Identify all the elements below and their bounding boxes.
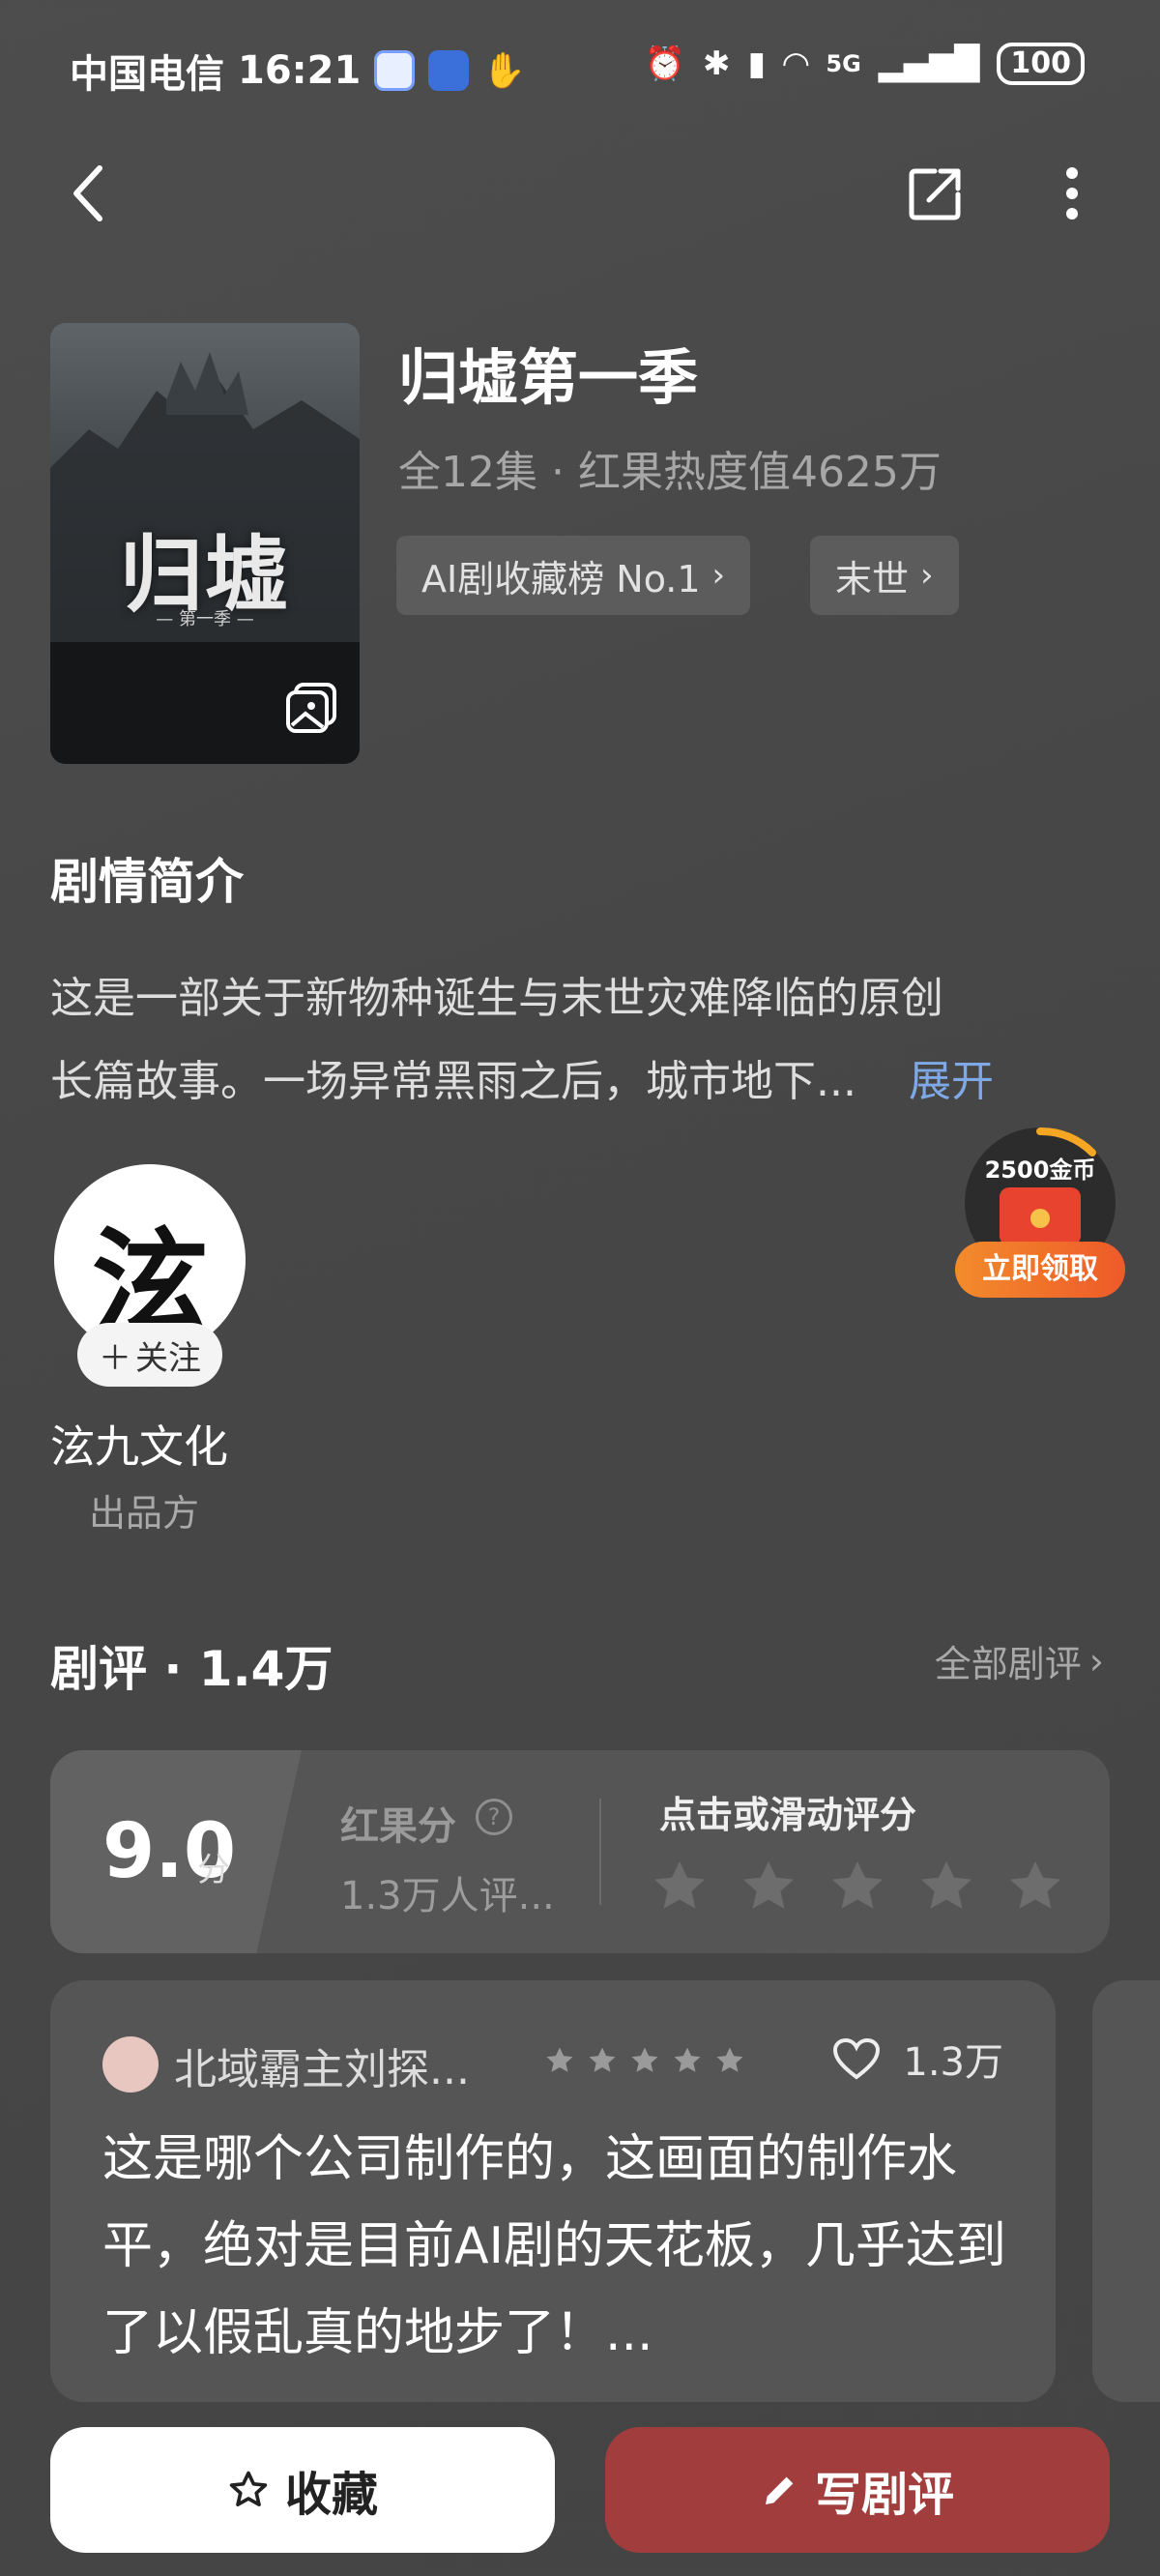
review-star-icon (674, 2047, 701, 2072)
heart-icon (833, 2037, 881, 2080)
favorite-button[interactable]: 收藏 (50, 2427, 555, 2553)
help-icon[interactable]: ? (476, 1799, 512, 1835)
network-label: 5G (826, 50, 861, 77)
producer-name[interactable]: 泫九文化 (50, 1412, 228, 1476)
follow-label: 关注 (135, 1338, 201, 1378)
pencil-icon (765, 2476, 794, 2504)
back-arrow-icon (73, 165, 102, 221)
claim-button[interactable]: 立即领取 (955, 1242, 1125, 1298)
review-star-icon (546, 2047, 573, 2072)
rate-star-icon[interactable] (914, 1855, 978, 1918)
write-review-label: 写剧评 (814, 2468, 954, 2522)
more-vertical-icon (1066, 167, 1078, 220)
status-right: ⏰ ✱ ▮ ◠ 5G ▂▄▆█ 100 (645, 43, 1085, 85)
bluetooth-icon: ✱ (703, 44, 731, 83)
score-label: 红果分 (340, 1804, 456, 1849)
status-bar: 中国电信 16:21 ✋ ⏰ ✱ ▮ ◠ 5G ▂▄▆█ 100 (0, 0, 1160, 145)
hand-icon: ✋ (482, 51, 527, 91)
synopsis-line-1: 这是一部关于新物种诞生与末世灾难降临的原创 (50, 974, 943, 1023)
carrier-label: 中国电信 (70, 52, 224, 97)
more-button[interactable] (1038, 155, 1106, 232)
status-left: 中国电信 16:21 ✋ (70, 43, 526, 99)
rated-count: 1.3万人评... (340, 1874, 555, 1918)
gallery-button[interactable] (284, 681, 338, 735)
tag-ranking-label: AI剧收藏榜 No.1 (421, 557, 701, 600)
review-star-icon (631, 2047, 658, 2072)
all-reviews-label: 全部剧评 (934, 1643, 1082, 1685)
rate-prompt: 点击或滑动评分 (659, 1794, 917, 1836)
tag-genre-label: 末世 (835, 557, 910, 600)
gallery-icon (286, 683, 336, 733)
red-envelope-icon (1000, 1187, 1081, 1245)
coin-reward-widget[interactable]: 2500金币 立即领取 (955, 1124, 1125, 1298)
signal-icon: ▂▄▆█ (878, 44, 980, 83)
battery-indicator: 100 (997, 43, 1085, 85)
drama-poster[interactable]: 归墟 — 第一季 — (50, 323, 360, 764)
tag-genre[interactable]: 末世 › (810, 536, 959, 615)
alarm-icon: ⏰ (644, 44, 685, 83)
synopsis-line-2-text: 长篇故事。一场异常黑雨之后，城市地下... (50, 1057, 856, 1106)
synopsis-heading: 剧情简介 (50, 854, 244, 910)
reviewer-avatar (102, 2036, 159, 2093)
all-reviews-link[interactable]: 全部剧评 › (935, 1634, 1104, 1687)
follow-button[interactable]: ＋ 关注 (77, 1323, 222, 1387)
rating-stars[interactable] (648, 1855, 1067, 1918)
favorite-label: 收藏 (284, 2468, 378, 2522)
rate-star-icon[interactable] (826, 1855, 889, 1918)
chevron-right-icon: › (920, 556, 934, 595)
synopsis-text: 这是一部关于新物种诞生与末世灾难降临的原创 长篇故事。一场异常黑雨之后，城市地下… (50, 957, 1094, 1124)
chevron-right-icon: › (711, 556, 726, 595)
reviewer-name: 北域霸主刘探... (174, 2045, 470, 2094)
plus-icon: ＋ (99, 1338, 131, 1378)
synopsis-line-2: 长篇故事。一场异常黑雨之后，城市地下... 展开 (50, 1040, 1094, 1124)
share-button[interactable] (897, 155, 974, 232)
app-notification-icon (374, 50, 416, 91)
drama-meta: 全12集 · 红果热度值4625万 (398, 448, 942, 497)
next-review-card[interactable] (1092, 1980, 1160, 2402)
review-stars (543, 2044, 746, 2077)
expand-link[interactable]: 展开 (909, 1057, 994, 1106)
star-outline-icon (229, 2471, 268, 2507)
vibrate-icon: ▮ (747, 44, 767, 83)
share-icon (909, 168, 961, 220)
review-text: 这是哪个公司制作的，这画面的制作水平，绝对是目前AI剧的天花板，几乎达到了以假乱… (102, 2130, 1006, 2362)
review-star-icon (589, 2047, 616, 2072)
coin-amount: 2500金币 (984, 1156, 1096, 1184)
review-card[interactable]: 北域霸主刘探... 1.3万 这是哪个公司制作的，这画面的制作水平，绝对是目前A… (50, 1980, 1056, 2402)
wifi-icon: ◠ (783, 44, 809, 83)
back-button[interactable] (54, 155, 122, 232)
rate-star-icon[interactable] (648, 1855, 711, 1918)
rate-star-icon[interactable] (737, 1855, 800, 1918)
write-review-button[interactable]: 写剧评 (605, 2427, 1110, 2553)
poster-subtitle: — 第一季 — (156, 609, 254, 629)
score-unit: 分 (197, 1851, 230, 1889)
reviews-heading: 剧评 · 1.4万 (50, 1641, 334, 1697)
producer-role: 出品方 (89, 1492, 200, 1535)
rate-star-icon[interactable] (1003, 1855, 1067, 1918)
divider (599, 1799, 601, 1905)
like-count: 1.3万 (903, 2040, 1003, 2085)
chevron-right-icon: › (1088, 1639, 1104, 1683)
review-star-icon (716, 2047, 743, 2072)
shield-app-icon (428, 50, 470, 91)
tag-ranking[interactable]: AI剧收藏榜 No.1 › (396, 536, 751, 615)
rating-panel: 9.0 分 红果分 ? 1.3万人评... 点击或滑动评分 (50, 1750, 1110, 1953)
like-button[interactable]: 1.3万 (831, 2031, 1003, 2087)
drama-title: 归墟第一季 (398, 342, 699, 413)
clock: 16:21 (238, 48, 362, 93)
